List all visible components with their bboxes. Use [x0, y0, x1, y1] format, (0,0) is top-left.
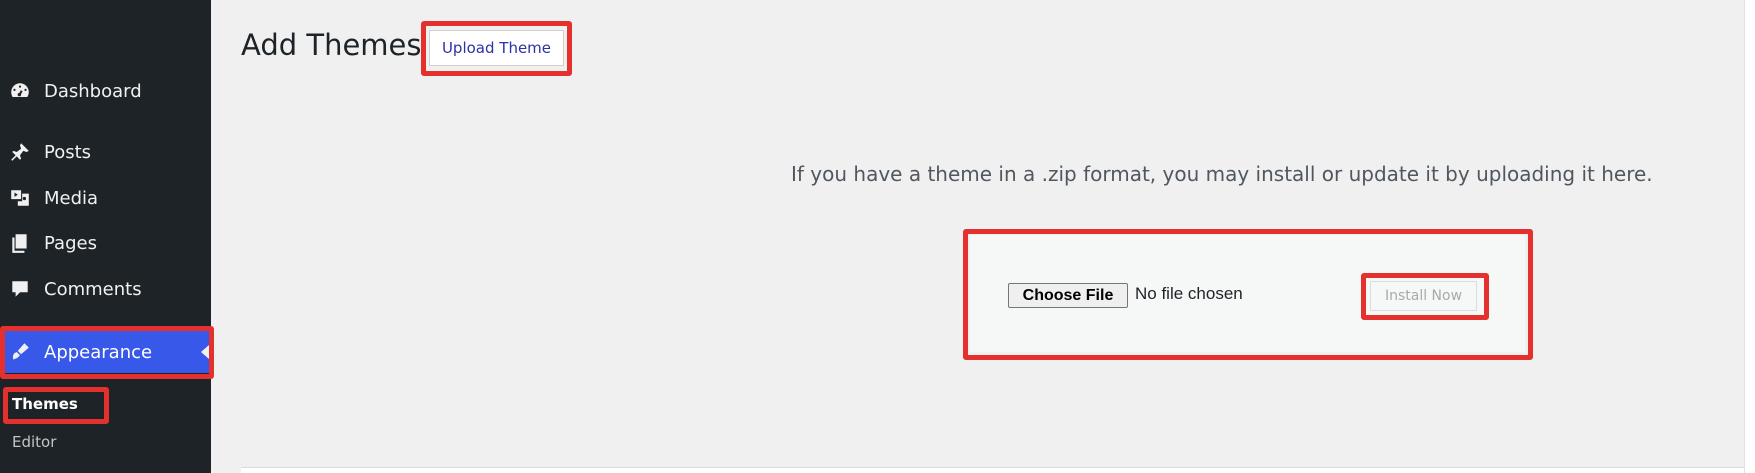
- media-icon: [8, 186, 32, 210]
- sidebar-item-label: Appearance: [44, 341, 153, 363]
- brush-icon: [8, 340, 32, 364]
- upload-help-text: If you have a theme in a .zip format, yo…: [791, 162, 1653, 186]
- scrollbar-track[interactable]: [1744, 0, 1755, 473]
- sidebar-item-appearance[interactable]: Appearance: [0, 331, 211, 373]
- sidebar-item-posts[interactable]: Posts: [0, 133, 211, 171]
- pin-icon: [8, 140, 32, 164]
- sidebar-item-comments[interactable]: Comments: [0, 270, 211, 308]
- choose-file-button[interactable]: Choose File: [1008, 283, 1128, 308]
- submenu-item-themes[interactable]: Themes: [12, 395, 78, 413]
- dashboard-icon: [8, 79, 32, 103]
- sidebar-item-label: Dashboard: [44, 80, 142, 102]
- upload-theme-button[interactable]: Upload Theme: [429, 30, 564, 66]
- sidebar-item-label: Pages: [44, 232, 97, 254]
- sidebar-item-label: Media: [44, 187, 99, 209]
- sidebar-item-dashboard[interactable]: Dashboard: [0, 72, 211, 110]
- sidebar-item-media[interactable]: Media: [0, 179, 211, 217]
- sidebar-item-pages[interactable]: Pages: [0, 224, 211, 262]
- wp-admin-page: Dashboard Posts Media Pages Comments App…: [0, 0, 1755, 473]
- install-now-button[interactable]: Install Now: [1370, 281, 1477, 311]
- themes-list-panel: [241, 467, 1746, 473]
- comment-icon: [8, 277, 32, 301]
- admin-sidebar: Dashboard Posts Media Pages Comments App…: [0, 0, 211, 473]
- active-indicator-arrow: [201, 345, 209, 359]
- submenu-item-editor[interactable]: Editor: [12, 433, 56, 451]
- page-title: Add Themes: [241, 28, 422, 62]
- sidebar-item-label: Comments: [44, 278, 142, 300]
- file-status-text: No file chosen: [1135, 284, 1243, 303]
- pages-icon: [8, 231, 32, 255]
- sidebar-item-label: Posts: [44, 141, 92, 163]
